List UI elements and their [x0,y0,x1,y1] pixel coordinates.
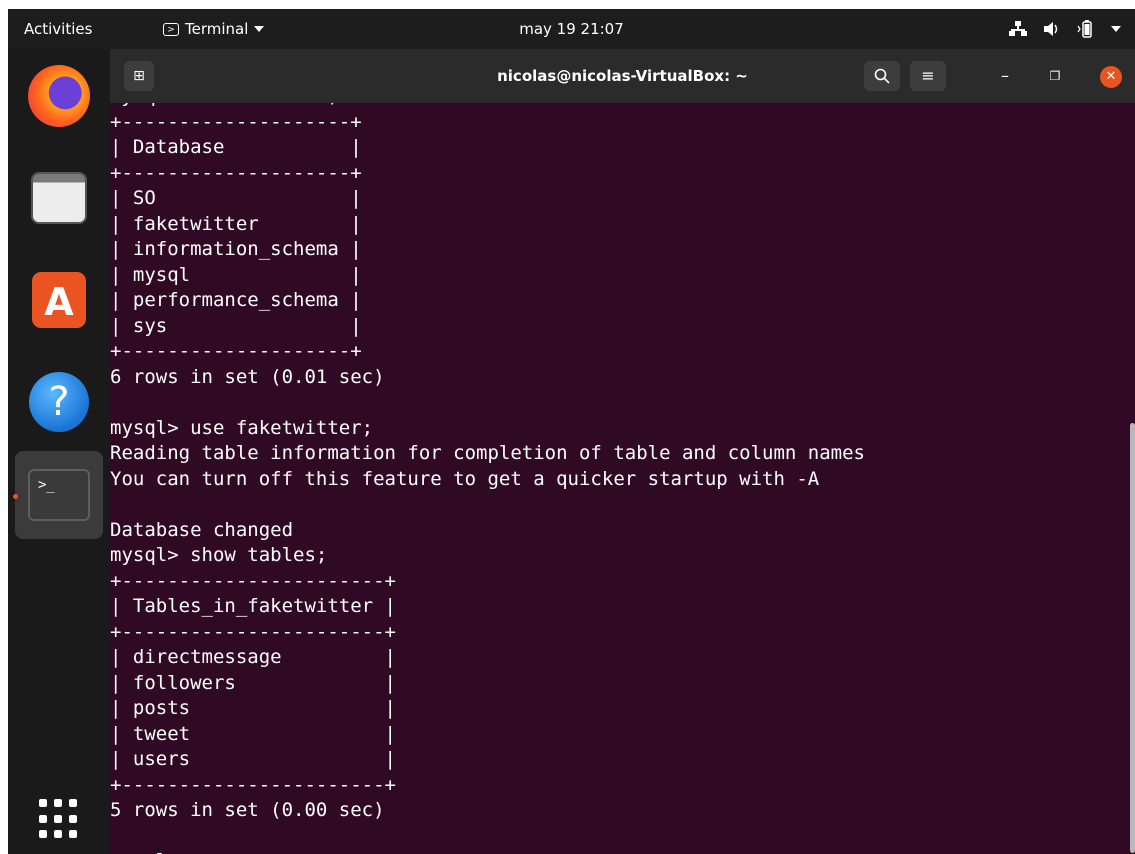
software-icon: A [32,272,86,328]
minimize-button[interactable]: – [990,61,1020,91]
terminal-line: mysql> show schemas; [110,103,339,107]
terminal-line: | mysql | [110,263,362,286]
dock-help[interactable]: ? [15,358,103,446]
terminal-line: 6 rows in set (0.01 sec) [110,365,385,388]
clock[interactable]: may 19 21:07 [8,9,1135,49]
minimize-icon: – [1001,66,1009,85]
terminal-line: 5 rows in set (0.00 sec) [110,799,385,821]
volume-icon [1044,22,1058,36]
terminal-content[interactable]: mysql> show schemas; +------------------… [110,103,1135,854]
terminal-line: +--------------------+ [110,161,362,184]
terminal-line: +-----------------------+ [110,569,396,592]
hamburger-menu-button[interactable]: ≡ [910,61,946,91]
system-tray[interactable] [1009,9,1121,49]
window-title: nicolas@nicolas-VirtualBox: ~ [497,67,748,85]
terminal-headerbar: ⊞ nicolas@nicolas-VirtualBox: ~ ≡ – ❐ ✕ [110,49,1135,103]
maximize-button[interactable]: ❐ [1040,61,1070,91]
terminal-line: | Tables_in_faketwitter | [110,595,396,617]
dock-firefox[interactable] [15,52,103,140]
terminal-line: mysql> use faketwitter; [110,416,374,439]
maximize-icon: ❐ [1049,69,1061,83]
terminal-line: mysql> [110,850,190,854]
dock-files[interactable] [15,154,103,242]
terminal-icon: >_ [28,469,90,521]
dock-ubuntu-software[interactable]: A [15,256,103,344]
running-indicator [13,494,18,499]
search-icon [874,68,890,84]
firefox-icon [28,65,90,127]
close-icon: ✕ [1105,69,1117,84]
terminal-line: | directmessage | [110,646,396,668]
scrollbar[interactable] [1130,423,1135,853]
menu-icon: ≡ [921,66,935,85]
terminal-line: +-----------------------+ [110,620,396,643]
network-icon [1009,21,1027,36]
close-button[interactable]: ✕ [1100,66,1122,88]
terminal-line: | faketwitter | [110,212,362,235]
help-icon: ? [29,372,89,432]
files-icon [31,172,87,224]
battery-icon [1077,20,1092,38]
terminal-line: mysql> show tables; [110,544,328,566]
terminal-line: +--------------------+ [110,110,362,133]
terminal-line: You can turn off this feature to get a q… [110,467,820,490]
terminal-output[interactable]: mysql> show schemas; +------------------… [110,103,865,854]
search-button[interactable] [864,61,900,91]
terminal-line: | information_schema | [110,238,362,260]
system-menu-icon [1111,26,1121,32]
terminal-line: | users | [110,748,396,770]
terminal-line: | performance_schema | [110,289,362,311]
terminal-line: | sys | [110,314,362,337]
show-applications-icon[interactable] [39,799,79,839]
dock-terminal[interactable]: >_ [13,451,103,539]
desktop: Activities > Terminal may 19 21:07 A ? >… [8,9,1135,854]
terminal-line: +-----------------------+ [110,773,396,796]
terminal-line: +--------------------+ [110,340,362,362]
terminal-line: | posts | [110,697,396,719]
terminal-line: | followers | [110,671,396,694]
top-bar: Activities > Terminal may 19 21:07 [8,9,1135,49]
terminal-line: | SO | [110,187,362,209]
terminal-line: Reading table information for completion… [110,442,865,464]
terminal-line: | Database | [110,136,362,158]
terminal-line: | tweet | [110,722,396,745]
terminal-line: Database changed [110,518,294,541]
dock: A ? >_ [8,49,110,854]
